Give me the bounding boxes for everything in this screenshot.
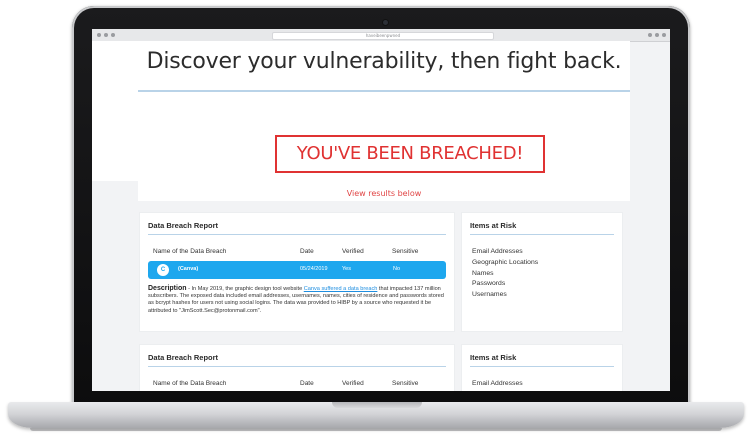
breach-link[interactable]: Canva suffered a data breach [304,286,378,292]
column-header-sensitive: Sensitive [392,248,419,255]
column-header-verified: Verified [342,248,364,255]
column-header-date: Date [300,248,314,255]
share-icon[interactable] [648,33,652,37]
description-text-before: - In May 2019, the graphic design tool w… [186,286,304,292]
card-divider [148,366,446,367]
column-header-name: Name of the Data Breach [153,380,227,387]
back-icon[interactable] [97,33,101,37]
risk-item: Usernames [472,291,507,299]
tabs-icon[interactable] [655,33,659,37]
card-title: Data Breach Report [148,353,219,362]
column-header-date: Date [300,380,314,387]
reload-icon[interactable] [111,33,115,37]
page-title: Discover your vulnerability, then fight … [146,49,622,74]
risk-item: Names [472,269,494,277]
column-header-name: Name of the Data Breach [153,248,227,255]
address-bar[interactable]: haveibeenpwned [272,32,494,40]
column-header-sensitive: Sensitive [392,380,419,387]
breach-report-card-2: Data Breach Report Name of the Data Brea… [140,345,454,391]
card-title: Data Breach Report [148,221,219,230]
card-divider [148,234,446,235]
hero-side-panel [92,41,138,181]
forward-icon[interactable] [104,33,108,37]
card-title: Items at Risk [470,221,517,230]
breached-alert: YOU'VE BEEN BREACHED! [275,135,545,173]
breach-sensitive: No [393,266,401,272]
items-at-risk-card: Items at Risk Email Addresses Geographic… [462,213,622,331]
laptop-opening-notch [332,402,422,408]
view-results-link[interactable]: View results below [138,189,630,198]
webcam-icon [383,20,388,25]
column-header-verified: Verified [342,380,364,387]
title-divider [138,90,630,92]
laptop-screen: haveibeenpwned Discover your vulnerabili… [92,29,670,391]
card-title: Items at Risk [470,353,517,362]
new-tab-icon[interactable] [662,33,666,37]
breach-report-card: Data Breach Report Name of the Data Brea… [140,213,454,331]
description-label: Description [148,285,187,292]
laptop-mockup: haveibeenpwned Discover your vulnerabili… [0,0,752,444]
items-at-risk-card-2: Items at Risk Email Addresses [462,345,622,391]
risk-list: Email Addresses Geographic Locations Nam… [472,247,538,301]
risk-list: Email Addresses [472,379,523,390]
breach-description: Description - In May 2019, the graphic d… [148,285,450,315]
breach-date: 05/24/2019 [300,266,328,272]
risk-item: Passwords [472,280,506,288]
card-divider [470,366,614,367]
hero-section: Discover your vulnerability, then fight … [92,41,630,201]
breach-row[interactable]: C (Canva) 05/24/2019 Yes No [148,261,446,279]
risk-item: Geographic Locations [472,258,539,266]
breach-name: (Canva) [178,266,199,272]
breach-verified: Yes [342,266,351,272]
risk-item: Email Addresses [472,380,523,387]
card-divider [470,234,614,235]
laptop-base-shadow [30,428,722,431]
canva-icon: C [157,264,169,276]
risk-item: Email Addresses [472,248,523,255]
